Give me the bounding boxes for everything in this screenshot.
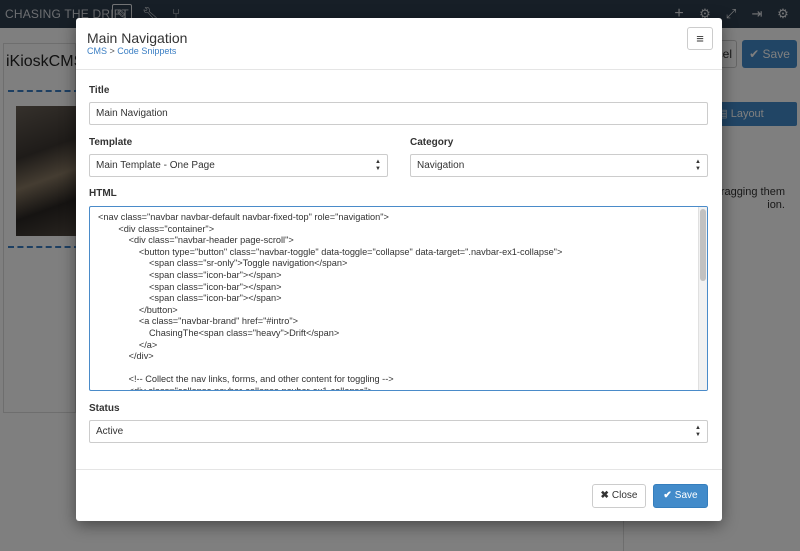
title-input-value: Main Navigation (96, 108, 168, 119)
select-caret-icon: ▲ ▼ (695, 159, 701, 172)
template-select[interactable]: Main Template - One Page ▲ ▼ (89, 154, 388, 177)
status-label: Status (89, 403, 120, 414)
breadcrumb-separator: > (109, 46, 115, 56)
modal-save-button[interactable]: ✔ Save (653, 484, 708, 508)
modal-menu-button[interactable]: ≡ (687, 27, 713, 50)
modal-header: Main Navigation CMS > Code Snippets ≡ (76, 18, 722, 70)
status-select-value: Active (96, 426, 124, 437)
code-scrollbar-thumb[interactable] (700, 209, 706, 281)
html-code-text[interactable]: <nav class="navbar navbar-default navbar… (98, 212, 694, 390)
select-caret-icon: ▲ ▼ (375, 159, 381, 172)
category-label: Category (410, 137, 454, 148)
modal-footer: ✖ Close ✔ Save (76, 469, 722, 521)
template-label: Template (89, 137, 133, 148)
edit-snippet-modal: Main Navigation CMS > Code Snippets ≡ Ti… (76, 18, 722, 521)
code-scrollbar[interactable] (698, 207, 707, 390)
category-select-value: Navigation (417, 160, 465, 171)
check-icon: ✔ (663, 490, 672, 501)
modal-save-button-label: Save (674, 490, 698, 501)
title-input[interactable]: Main Navigation (89, 102, 708, 125)
title-label: Title (89, 85, 110, 96)
html-label: HTML (89, 188, 117, 199)
close-button[interactable]: ✖ Close (592, 484, 646, 508)
template-select-value: Main Template - One Page (96, 160, 215, 171)
status-select[interactable]: Active ▲ ▼ (89, 420, 708, 443)
select-caret-icon: ▲ ▼ (695, 425, 701, 438)
breadcrumb: CMS > Code Snippets (87, 46, 176, 56)
html-code-editor[interactable]: <nav class="navbar navbar-default navbar… (89, 206, 708, 391)
breadcrumb-cms[interactable]: CMS (87, 46, 107, 56)
hamburger-icon: ≡ (696, 31, 704, 46)
close-icon: ✖ (600, 490, 609, 501)
breadcrumb-code-snippets[interactable]: Code Snippets (117, 46, 176, 56)
close-button-label: Close (611, 490, 638, 501)
modal-title: Main Navigation (87, 30, 188, 46)
category-select[interactable]: Navigation ▲ ▼ (410, 154, 708, 177)
